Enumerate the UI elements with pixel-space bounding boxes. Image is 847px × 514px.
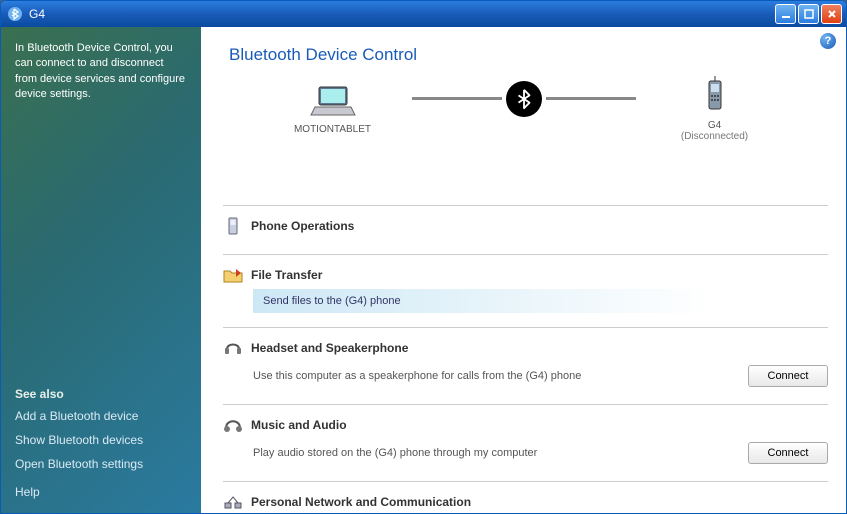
sidebar-intro-text: In Bluetooth Device Control, you can con… [15, 41, 187, 103]
section-music: Music and Audio Play audio stored on the… [223, 404, 828, 481]
window-body: In Bluetooth Device Control, you can con… [1, 27, 846, 513]
section-title: Personal Network and Communication [251, 495, 471, 509]
main-panel: ? Bluetooth Device Control MOTIONTABLET [201, 27, 846, 513]
section-title: Music and Audio [251, 418, 347, 432]
local-device-label: MOTIONTABLET [294, 124, 371, 135]
section-headset: Headset and Speakerphone Use this comput… [223, 327, 828, 404]
bluetooth-center-icon [506, 81, 542, 117]
section-file-transfer: File Transfer Send files to the (G4) pho… [223, 254, 828, 327]
music-description: Play audio stored on the (G4) phone thro… [253, 439, 736, 467]
titlebar[interactable]: G4 [1, 1, 846, 27]
headset-description: Use this computer as a speakerphone for … [253, 362, 736, 390]
link-open-bluetooth-settings[interactable]: Open Bluetooth settings [15, 457, 187, 471]
connection-line-right [546, 97, 636, 100]
see-also-section: See also Add a Bluetooth device Show Blu… [15, 387, 187, 499]
minimize-button[interactable] [775, 4, 796, 24]
window-controls [775, 4, 842, 24]
section-title: File Transfer [251, 268, 322, 282]
connect-button-headset[interactable]: Connect [748, 365, 828, 387]
page-title: Bluetooth Device Control [201, 27, 846, 75]
section-pan: Personal Network and Communication Join … [223, 481, 828, 513]
laptop-icon [309, 83, 357, 122]
link-add-bluetooth-device[interactable]: Add a Bluetooth device [15, 409, 187, 423]
network-icon [223, 492, 243, 512]
window-title: G4 [29, 7, 775, 21]
sidebar: In Bluetooth Device Control, you can con… [1, 27, 201, 513]
local-device-node: MOTIONTABLET [258, 83, 408, 135]
section-title: Phone Operations [251, 219, 354, 233]
connect-button-music[interactable]: Connect [748, 442, 828, 464]
see-also-heading: See also [15, 387, 187, 401]
phone-ops-icon [223, 216, 243, 236]
link-show-bluetooth-devices[interactable]: Show Bluetooth devices [15, 433, 187, 447]
connection-diagram: MOTIONTABLET G4 (Disconnected) [201, 75, 846, 150]
remote-device-node: G4 (Disconnected) [640, 75, 790, 142]
connection-line-left [412, 97, 502, 100]
close-button[interactable] [821, 4, 842, 24]
headset-icon [223, 338, 243, 358]
services-scroll-area[interactable]: Phone Operations File Transfer Send file… [201, 205, 846, 513]
remote-device-status: (Disconnected) [681, 131, 748, 142]
window-frame: G4 In Bluetooth Device Control, you can … [0, 0, 847, 514]
remote-device-label: G4 [708, 120, 721, 131]
phone-icon [703, 75, 727, 118]
section-title: Headset and Speakerphone [251, 341, 408, 355]
action-send-files[interactable]: Send files to the (G4) phone [253, 289, 828, 313]
link-help[interactable]: Help [15, 485, 187, 499]
headphones-icon [223, 415, 243, 435]
section-phone-operations: Phone Operations [223, 205, 828, 254]
file-transfer-icon [223, 265, 243, 285]
app-icon [7, 6, 23, 22]
help-icon[interactable]: ? [820, 33, 836, 49]
maximize-button[interactable] [798, 4, 819, 24]
